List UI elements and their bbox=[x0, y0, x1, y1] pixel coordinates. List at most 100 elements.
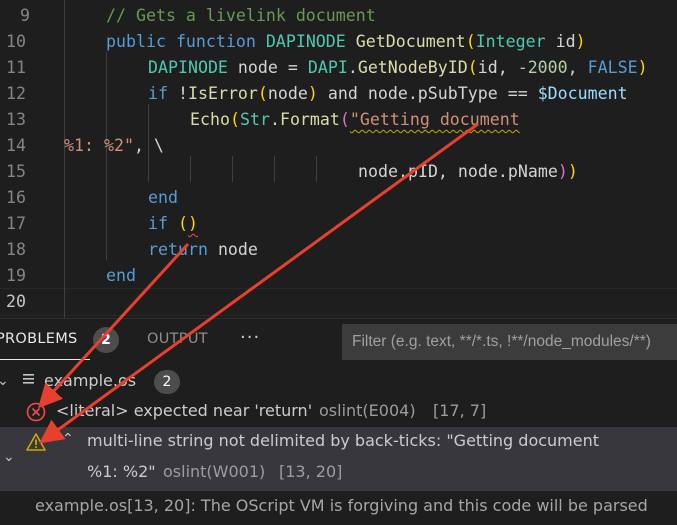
line-number: 12 bbox=[6, 84, 26, 103]
code-token: , bbox=[567, 58, 588, 77]
code-text: node.pID, node.pName)) bbox=[358, 159, 578, 185]
code-token: // Gets a livelink document bbox=[106, 6, 376, 25]
code-token: ) bbox=[557, 162, 568, 181]
code-line[interactable]: 9 // Gets a livelink document bbox=[0, 3, 677, 29]
code-token: ( bbox=[177, 214, 188, 233]
code-token: Str bbox=[239, 110, 270, 129]
code-token: Integer bbox=[475, 32, 556, 51]
problems-panel: PROBLEMS 2 OUTPUT ··· ⌄ example.os 2 <li… bbox=[0, 318, 677, 525]
line-number: 18 bbox=[6, 240, 26, 259]
code-text: end bbox=[106, 263, 136, 289]
code-token: ( bbox=[467, 58, 478, 77]
file-group-row[interactable]: ⌄ example.os 2 bbox=[0, 369, 677, 395]
code-token: if bbox=[148, 84, 178, 103]
line-number: 20 bbox=[6, 292, 26, 311]
line-number: 16 bbox=[6, 188, 26, 207]
code-token: %1: %2" bbox=[64, 136, 134, 155]
code-token: DAPI bbox=[307, 58, 348, 77]
warning-source: oslint(W001) bbox=[163, 462, 266, 481]
code-token: ) bbox=[307, 84, 318, 103]
code-token: .pID, bbox=[397, 162, 458, 181]
code-line[interactable]: 20 bbox=[0, 289, 677, 315]
line-number: 15 bbox=[6, 162, 26, 181]
code-token: DAPINODE bbox=[148, 58, 238, 77]
code-token: ) bbox=[637, 58, 648, 77]
code-line[interactable]: 18 return node bbox=[0, 237, 677, 263]
code-token: if bbox=[148, 214, 178, 233]
related-info-text: example.os[13, 20]: The OScript VM is fo… bbox=[35, 496, 648, 515]
file-lines-icon bbox=[22, 371, 36, 391]
code-token: public bbox=[106, 32, 176, 51]
code-token: node bbox=[358, 162, 398, 181]
code-line[interactable]: 10 public function DAPINODE GetDocument(I… bbox=[0, 29, 677, 55]
code-editor[interactable]: 9 // Gets a livelink document 10 public fun… bbox=[0, 0, 677, 318]
code-token: node bbox=[367, 84, 408, 103]
code-text: return node bbox=[148, 237, 258, 263]
code-token: and bbox=[317, 84, 368, 103]
warning-message-line1: multi-line string not delimited by back-… bbox=[87, 431, 600, 450]
line-number: 14 bbox=[6, 136, 26, 155]
line-number: 9 bbox=[20, 6, 30, 25]
code-token: .pName bbox=[497, 162, 558, 181]
problem-row-warning[interactable]: ⌄ ⌃ multi-line string not delimited by b… bbox=[0, 427, 677, 491]
code-token: , \ bbox=[133, 136, 164, 155]
code-token: FALSE bbox=[587, 58, 638, 77]
tab-problems[interactable]: PROBLEMS bbox=[0, 331, 78, 347]
code-token: node bbox=[457, 162, 498, 181]
chevron-down-icon[interactable]: ⌄ bbox=[3, 449, 15, 465]
line-number: 10 bbox=[6, 32, 26, 51]
code-text: end bbox=[148, 185, 178, 211]
code-line[interactable]: 13 Echo(Str.Format("Getting document bbox=[0, 107, 677, 133]
tab-output[interactable]: OUTPUT bbox=[147, 331, 208, 347]
warning-message-line2: %1: %2" bbox=[87, 462, 156, 481]
code-text: DAPINODE node = DAPI.GetNodeByID(id, -20… bbox=[148, 55, 648, 81]
code-token: ( bbox=[339, 110, 350, 129]
code-line[interactable]: 15 node.pID, node.pName)) bbox=[0, 159, 677, 185]
chevron-up-icon[interactable]: ⌃ bbox=[62, 431, 74, 447]
code-token: IsError bbox=[187, 84, 258, 103]
problem-row-error[interactable]: <literal> expected near 'return' oslint(… bbox=[0, 399, 677, 425]
warning-icon bbox=[26, 432, 46, 456]
code-token: ) bbox=[187, 214, 198, 233]
filter-input[interactable] bbox=[343, 325, 677, 359]
code-token: ( bbox=[465, 32, 476, 51]
file-problem-count-badge: 2 bbox=[154, 370, 180, 394]
chevron-down-icon[interactable]: ⌄ bbox=[0, 373, 9, 389]
related-info-row[interactable]: example.os[13, 20]: The OScript VM is fo… bbox=[0, 493, 677, 519]
code-line[interactable]: 11 DAPINODE node = DAPI.GetNodeByID(id, -… bbox=[0, 55, 677, 81]
warning-position: [13, 20] bbox=[279, 462, 343, 481]
code-token: node bbox=[267, 84, 308, 103]
code-token: GetDocument bbox=[355, 32, 466, 51]
more-actions-icon[interactable]: ··· bbox=[240, 327, 260, 348]
code-line[interactable]: 14 %1: %2", \ bbox=[0, 133, 677, 159]
code-token: . bbox=[269, 110, 280, 129]
code-token: ( bbox=[229, 110, 240, 129]
code-token: end bbox=[148, 188, 178, 207]
code-token: Echo bbox=[190, 110, 230, 129]
code-token: node = bbox=[237, 58, 308, 77]
code-token: id, bbox=[477, 58, 518, 77]
code-token: -2000 bbox=[517, 58, 568, 77]
code-token: ( bbox=[257, 84, 268, 103]
code-line[interactable]: 19 end bbox=[0, 263, 677, 289]
code-text: // Gets a livelink document bbox=[106, 3, 376, 29]
code-token: $Document bbox=[537, 84, 628, 103]
code-line[interactable]: 12 if !IsError(node) and node.pSubType ==… bbox=[0, 81, 677, 107]
code-line[interactable]: 17 if () bbox=[0, 211, 677, 237]
code-text: if () bbox=[148, 211, 198, 237]
panel-tab-bar: PROBLEMS 2 OUTPUT ··· bbox=[0, 319, 677, 363]
code-token: Format bbox=[279, 110, 340, 129]
code-token: . bbox=[347, 58, 358, 77]
error-icon bbox=[26, 402, 46, 426]
filter-box bbox=[342, 324, 677, 360]
code-token: ) bbox=[567, 162, 578, 181]
code-text: Echo(Str.Format("Getting document bbox=[190, 107, 520, 133]
code-token: ! bbox=[177, 84, 188, 103]
code-line[interactable]: 16 end bbox=[0, 185, 677, 211]
code-token: function bbox=[175, 32, 266, 51]
code-token: end bbox=[106, 266, 136, 285]
code-text: public function DAPINODE GetDocument(Int… bbox=[106, 29, 586, 55]
code-token: id bbox=[555, 32, 576, 51]
code-text: %1: %2", \ bbox=[64, 133, 164, 159]
error-message: <literal> expected near 'return' bbox=[56, 401, 313, 420]
